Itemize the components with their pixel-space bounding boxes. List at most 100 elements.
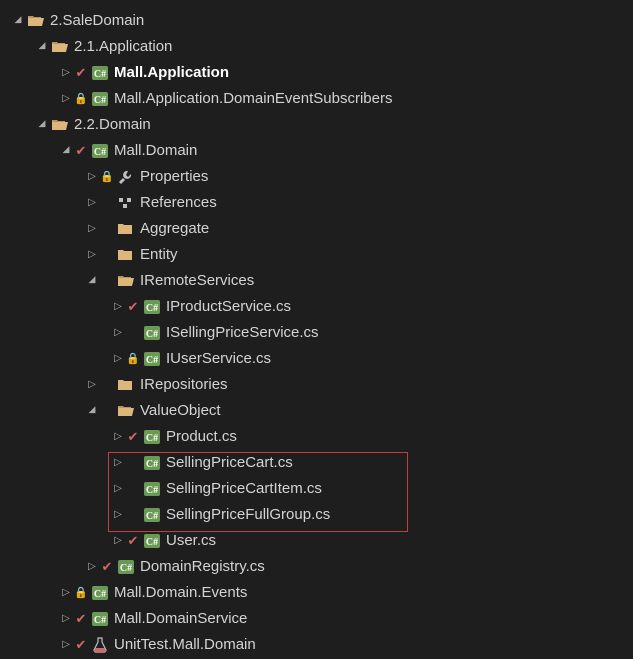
csharp-file-icon [142, 323, 162, 343]
csharp-file-icon [116, 557, 136, 577]
node-mall-application[interactable]: ✔ Mall.Application [4, 60, 629, 86]
node-domain-registry[interactable]: ✔ DomainRegistry.cs [4, 554, 629, 580]
node-label: User.cs [166, 528, 216, 554]
node-iproduct-service[interactable]: ✔ IProductService.cs [4, 294, 629, 320]
node-label: IProductService.cs [166, 294, 291, 320]
node-label: Aggregate [140, 216, 209, 242]
expand-arrow-icon[interactable] [58, 580, 74, 607]
node-iremote-services[interactable]: IRemoteServices [4, 268, 629, 294]
expand-arrow-icon[interactable] [110, 528, 126, 555]
csharp-project-icon [90, 583, 110, 603]
node-label: IRepositories [140, 372, 228, 398]
vcs-check-icon: ✔ [126, 528, 140, 554]
expand-arrow-icon[interactable] [84, 242, 100, 269]
node-mall-domain[interactable]: ✔ Mall.Domain [4, 138, 629, 164]
node-label: IUserService.cs [166, 346, 271, 372]
csharp-project-icon [90, 609, 110, 629]
vcs-check-icon: ✔ [74, 632, 88, 658]
folder-open-icon [50, 37, 70, 57]
node-label: 2.1.Application [74, 34, 172, 60]
expand-arrow-icon[interactable] [58, 138, 74, 164]
node-label: Entity [140, 242, 178, 268]
references-icon [116, 193, 136, 213]
expand-arrow-icon[interactable] [34, 34, 50, 60]
node-sale-domain[interactable]: 2.SaleDomain [4, 8, 629, 34]
node-entity[interactable]: Entity [4, 242, 629, 268]
node-label: IRemoteServices [140, 268, 254, 294]
node-label: ISellingPriceService.cs [166, 320, 319, 346]
expand-arrow-icon[interactable] [110, 346, 126, 373]
node-label: SellingPriceFullGroup.cs [166, 502, 330, 528]
expand-arrow-icon[interactable] [58, 632, 74, 659]
node-properties[interactable]: 🔒 Properties [4, 164, 629, 190]
node-selling-price-cart-item[interactable]: SellingPriceCartItem.cs [4, 476, 629, 502]
node-label: Mall.Application.DomainEventSubscribers [114, 86, 392, 112]
node-value-object[interactable]: ValueObject [4, 398, 629, 424]
vcs-lock-icon: 🔒 [74, 580, 88, 606]
expand-arrow-icon[interactable] [110, 294, 126, 321]
csharp-file-icon [142, 427, 162, 447]
expand-arrow-icon[interactable] [34, 112, 50, 138]
expand-arrow-icon[interactable] [84, 554, 100, 581]
node-label: Mall.Domain.Events [114, 580, 247, 606]
node-selling-price-cart[interactable]: SellingPriceCart.cs [4, 450, 629, 476]
node-label: ValueObject [140, 398, 221, 424]
expand-arrow-icon[interactable] [84, 268, 100, 294]
vcs-check-icon: ✔ [126, 294, 140, 320]
expand-arrow-icon[interactable] [58, 606, 74, 633]
node-product-cs[interactable]: ✔ Product.cs [4, 424, 629, 450]
test-project-icon [90, 635, 110, 655]
vcs-check-icon: ✔ [74, 60, 88, 86]
node-selling-price-full-group[interactable]: SellingPriceFullGroup.cs [4, 502, 629, 528]
csharp-file-icon [142, 349, 162, 369]
folder-icon [116, 245, 136, 265]
node-application[interactable]: 2.1.Application [4, 34, 629, 60]
node-irepositories[interactable]: IRepositories [4, 372, 629, 398]
folder-icon [116, 219, 136, 239]
node-label: Mall.DomainService [114, 606, 247, 632]
expand-arrow-icon[interactable] [84, 164, 100, 191]
node-label: UnitTest.Mall.Domain [114, 632, 256, 658]
vcs-lock-icon: 🔒 [126, 346, 140, 372]
expand-arrow-icon[interactable] [10, 8, 26, 34]
node-label: DomainRegistry.cs [140, 554, 265, 580]
vcs-check-icon: ✔ [100, 554, 114, 580]
node-label: Product.cs [166, 424, 237, 450]
node-label: SellingPriceCartItem.cs [166, 476, 322, 502]
folder-open-icon [26, 11, 46, 31]
node-user-cs[interactable]: ✔ User.cs [4, 528, 629, 554]
node-label: Properties [140, 164, 208, 190]
vcs-lock-icon: 🔒 [100, 164, 114, 190]
csharp-file-icon [142, 297, 162, 317]
folder-open-icon [50, 115, 70, 135]
node-mall-domain-events[interactable]: 🔒 Mall.Domain.Events [4, 580, 629, 606]
csharp-project-icon [90, 63, 110, 83]
csharp-file-icon [142, 505, 162, 525]
node-label: 2.SaleDomain [50, 8, 144, 34]
csharp-project-icon [90, 141, 110, 161]
expand-arrow-icon[interactable] [110, 450, 126, 477]
node-label: SellingPriceCart.cs [166, 450, 293, 476]
csharp-file-icon [142, 479, 162, 499]
expand-arrow-icon[interactable] [84, 372, 100, 399]
expand-arrow-icon[interactable] [58, 86, 74, 113]
expand-arrow-icon[interactable] [58, 60, 74, 87]
csharp-file-icon [142, 453, 162, 473]
wrench-icon [116, 167, 136, 187]
expand-arrow-icon[interactable] [110, 476, 126, 503]
expand-arrow-icon[interactable] [110, 424, 126, 451]
expand-arrow-icon[interactable] [84, 216, 100, 243]
node-aggregate[interactable]: Aggregate [4, 216, 629, 242]
node-references[interactable]: References [4, 190, 629, 216]
node-iselling-price-service[interactable]: ISellingPriceService.cs [4, 320, 629, 346]
expand-arrow-icon[interactable] [84, 398, 100, 424]
node-domain[interactable]: 2.2.Domain [4, 112, 629, 138]
node-iuser-service[interactable]: 🔒 IUserService.cs [4, 346, 629, 372]
node-unit-test-mall-domain[interactable]: ✔ UnitTest.Mall.Domain [4, 632, 629, 658]
expand-arrow-icon[interactable] [110, 502, 126, 529]
node-mall-domain-service[interactable]: ✔ Mall.DomainService [4, 606, 629, 632]
expand-arrow-icon[interactable] [84, 190, 100, 217]
vcs-check-icon: ✔ [126, 424, 140, 450]
expand-arrow-icon[interactable] [110, 320, 126, 347]
node-mall-app-subscribers[interactable]: 🔒 Mall.Application.DomainEventSubscriber… [4, 86, 629, 112]
